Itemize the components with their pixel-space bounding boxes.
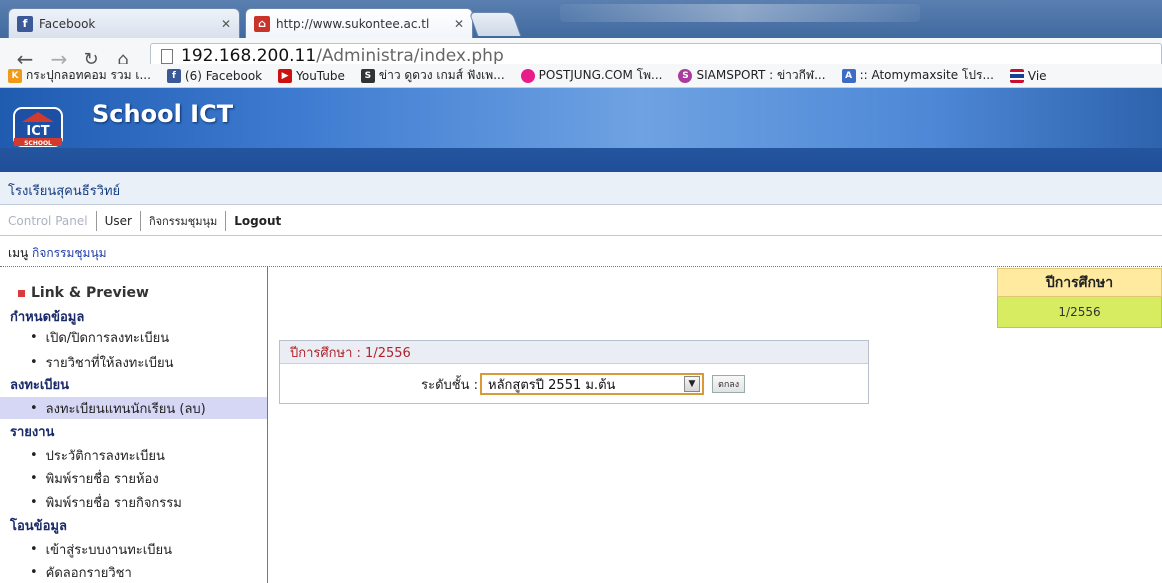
school-icon: ⌂: [254, 15, 270, 32]
bookmark-label: Vie: [1027, 68, 1047, 83]
level-select-panel: ปีการศึกษา : 1/2556 ระดับชั้น : หลักสูตร…: [279, 340, 869, 404]
tab-school[interactable]: ⌂ http://www.sukontee.ac.tl ✕: [245, 8, 473, 38]
tab-label: Facebook: [39, 16, 96, 31]
svg-text:ICT: ICT: [26, 124, 49, 139]
bookmark-item[interactable]: S SIAMSPORT : ข่าวกีฬ...: [678, 66, 826, 85]
sidebar-item-register-student[interactable]: ลงทะเบียนแทนนักเรียน (ลบ): [0, 397, 267, 419]
menu-logout[interactable]: Logout: [226, 211, 289, 231]
bookmark-item[interactable]: f (6) Facebook: [166, 68, 263, 83]
bookmarks-bar: K กระปุกลอทคอม รวม เ... f (6) Facebook ▶ Yo…: [0, 64, 1162, 88]
top-menu: Control Panel User กิจกรรมชุมนุม Logout: [0, 206, 1162, 236]
bookmark-item[interactable]: A:: Atomymaxsite โปร...: [841, 66, 994, 85]
bookmark-item[interactable]: Vie: [1009, 68, 1047, 83]
sidebar: Link & Preview กำหนดข้อมูล เปิด/ปิดการลง…: [0, 267, 268, 583]
bookmark-item[interactable]: POSTJUNG.COM โพ...: [520, 66, 663, 85]
address-path: /Administra/index.php: [316, 46, 504, 66]
sidebar-preview-label: Link & Preview: [31, 285, 149, 301]
menu-club-activity[interactable]: กิจกรรมชุมนุม: [141, 210, 227, 231]
bookmark-label: ข่าว ดูดวง เกมส์ ฟังเพ...: [378, 68, 505, 82]
sidebar-section-transfer: โอนข้อมูล: [10, 518, 67, 534]
level-select[interactable]: หลักสูตรปี 2551 ม.ต้น ▼: [480, 373, 704, 395]
address-host: 192.168.200.11: [181, 46, 317, 66]
sanook-icon: S: [360, 68, 375, 83]
sidebar-item-print-activity[interactable]: พิมพ์รายชื่อ รายกิจกรรม: [0, 491, 267, 513]
browser-tabstrip: f Facebook ✕ ⌂ http://www.sukontee.ac.tl…: [0, 0, 1162, 38]
school-logo-icon: ICT SCHOOL: [13, 107, 63, 147]
sidebar-item-open-close[interactable]: เปิด/ปิดการลงทะเบียน: [0, 326, 267, 348]
facebook-icon: f: [166, 68, 181, 83]
academic-year-box: ปีการศึกษา 1/2556: [997, 268, 1162, 328]
sidebar-item-copy-subjects[interactable]: คัดลอกรายวิชา: [0, 561, 267, 583]
window-title-area: [560, 4, 920, 22]
svg-text:SCHOOL: SCHOOL: [24, 140, 52, 147]
siamsport-icon: S: [678, 68, 693, 83]
sidebar-section-register: ลงทะเบียน: [10, 377, 70, 393]
site-banner: ICT SCHOOL School ICT: [0, 88, 1162, 148]
bookmark-label: POSTJUNG.COM โพ...: [538, 68, 663, 82]
breadcrumb-link[interactable]: กิจกรรมชุมนุม: [32, 246, 107, 260]
submit-button[interactable]: ตกลง: [712, 375, 746, 393]
panel-title: ปีการศึกษา : 1/2556: [280, 341, 868, 364]
academic-year-value: 1/2556: [997, 297, 1162, 328]
level-select-value: หลักสูตรปี 2551 ม.ต้น: [488, 377, 616, 393]
bookmark-label: YouTube: [296, 68, 345, 83]
menu-control-panel[interactable]: Control Panel: [0, 210, 97, 231]
bookmark-item[interactable]: S ข่าว ดูดวง เกมส์ ฟังเพ...: [360, 66, 505, 85]
close-icon[interactable]: ✕: [221, 17, 231, 31]
bookmark-label: (6) Facebook: [184, 68, 263, 83]
school-name-bar: โรงเรียนสุคนธีรวิทย์: [0, 172, 1162, 205]
breadcrumb-prefix: เมนู: [8, 246, 29, 260]
sidebar-item-enter-system[interactable]: เข้าสู่ระบบงานทะเบียน: [0, 538, 267, 560]
bookmark-item[interactable]: K กระปุกลอทคอม รวม เ...: [8, 66, 151, 85]
bookmark-label: SIAMSPORT : ข่าวกีฬ...: [696, 68, 826, 82]
sidebar-item-print-room[interactable]: พิมพ์รายชื่อ รายห้อง: [0, 467, 267, 489]
bullet-square-icon: [18, 289, 25, 297]
sidebar-item-subjects[interactable]: รายวิชาที่ให้ลงทะเบียน: [0, 351, 267, 373]
menu-user[interactable]: User: [97, 210, 141, 231]
level-row: ระดับชั้น : หลักสูตรปี 2551 ม.ต้น ▼ ตกลง: [280, 372, 868, 396]
tab-facebook[interactable]: f Facebook ✕: [8, 8, 240, 38]
new-tab-button[interactable]: [468, 12, 522, 36]
postjung-icon: [520, 68, 535, 83]
bookmark-item[interactable]: ▶ YouTube: [278, 68, 345, 83]
page-icon: [161, 48, 173, 64]
level-label: ระดับชั้น :: [421, 377, 478, 393]
sidebar-preview[interactable]: Link & Preview: [0, 282, 267, 304]
youtube-icon: ▶: [278, 68, 293, 83]
bookmark-label: กระปุกลอทคอม รวม เ...: [26, 68, 151, 82]
sidebar-section-report: รายงาน: [10, 424, 55, 440]
atomy-icon: A: [841, 68, 856, 83]
thai-flag-icon: [1009, 68, 1024, 83]
site-header: ICT SCHOOL School ICT: [0, 88, 1162, 172]
bookmark-label: :: Atomymaxsite โปร...: [859, 68, 994, 82]
school-name: โรงเรียนสุคนธีรวิทย์: [8, 184, 121, 199]
tab-label: http://www.sukontee.ac.tl: [276, 16, 430, 31]
kapook-icon: K: [8, 68, 22, 83]
sidebar-section-settings: กำหนดข้อมูล: [10, 309, 85, 325]
sidebar-item-history[interactable]: ประวัติการลงทะเบียน: [0, 444, 267, 466]
chevron-down-icon[interactable]: ▼: [684, 376, 700, 392]
academic-year-header: ปีการศึกษา: [997, 268, 1162, 297]
facebook-icon: f: [17, 15, 33, 32]
site-title: School ICT: [92, 100, 234, 128]
breadcrumb: เมนู กิจกรรมชุมนุม: [8, 244, 107, 263]
close-icon[interactable]: ✕: [454, 17, 464, 31]
